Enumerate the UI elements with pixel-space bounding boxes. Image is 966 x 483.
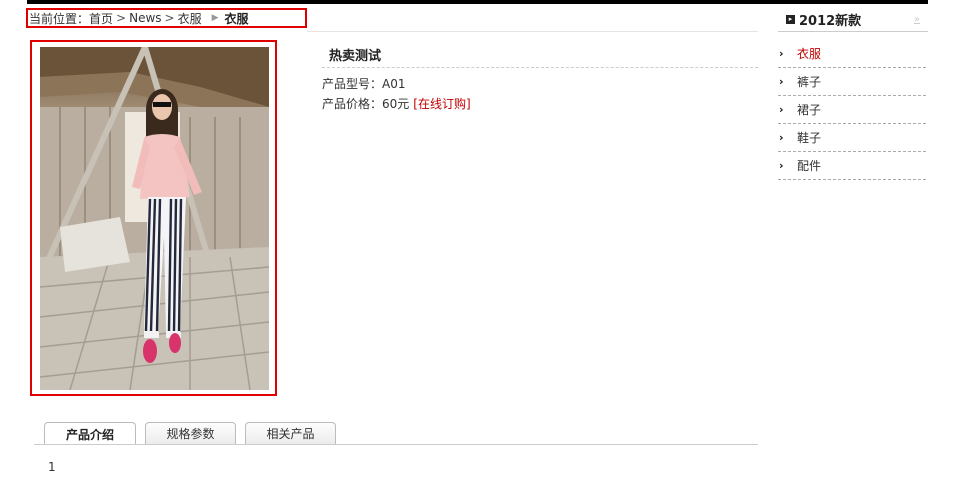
chevron-right-icon: › xyxy=(779,131,784,144)
price-label: 产品价格： xyxy=(322,97,383,111)
tab-content: 1 xyxy=(48,460,56,474)
model-value: A01 xyxy=(382,77,406,91)
chevron-right-icon: › xyxy=(779,47,784,60)
breadcrumb-prefix: 当前位置： xyxy=(29,11,90,26)
category-item-accessories[interactable]: › 配件 xyxy=(778,152,926,180)
breadcrumb-category-link[interactable]: 衣服 xyxy=(178,10,202,27)
tab-label: 产品介绍 xyxy=(65,427,114,442)
category-item-skirts[interactable]: › 裙子 xyxy=(778,96,926,124)
order-online-link[interactable]: [在线订购] xyxy=(413,97,470,111)
tab-specs[interactable]: 规格参数 xyxy=(145,422,236,444)
square-bullet-icon: ▸ xyxy=(786,15,795,24)
category-item-clothes[interactable]: › 衣服 xyxy=(778,40,926,68)
category-item-shoes[interactable]: › 鞋子 xyxy=(778,124,926,152)
breadcrumb-separator: > xyxy=(164,11,175,25)
category-item-pants[interactable]: › 裤子 xyxy=(778,68,926,96)
triangle-arrow-icon: ▶ xyxy=(211,13,219,23)
model-label: 产品型号： xyxy=(322,77,383,91)
tab-divider xyxy=(34,444,758,445)
price-value: 60元 xyxy=(382,97,410,111)
sidebar-title: 2012新款 xyxy=(799,14,862,29)
breadcrumb-home-link[interactable]: 首页 xyxy=(89,10,113,27)
tab-label: 相关产品 xyxy=(266,427,315,441)
product-model-row: 产品型号：A01 xyxy=(322,75,406,92)
product-image-frame xyxy=(30,40,277,396)
tab-related-products[interactable]: 相关产品 xyxy=(245,422,336,444)
category-label: 裤子 xyxy=(797,75,822,89)
product-photo[interactable] xyxy=(40,47,269,390)
chevron-right-icon: › xyxy=(779,159,784,172)
top-bar xyxy=(27,0,928,4)
divider xyxy=(307,31,758,32)
product-price-row: 产品价格：60元 [在线订购] xyxy=(322,95,471,112)
tab-product-intro[interactable]: 产品介绍 xyxy=(44,422,136,445)
tab-label: 规格参数 xyxy=(166,427,215,441)
chevron-right-icon: › xyxy=(779,75,784,88)
breadcrumb-current: 衣服 xyxy=(224,11,249,26)
sidebar-header: ▸ 2012新款 » xyxy=(778,8,928,32)
more-link[interactable]: » xyxy=(914,14,920,25)
product-title: 热卖测试 xyxy=(329,49,382,64)
category-label: 衣服 xyxy=(797,47,822,61)
chevron-right-icon: › xyxy=(779,103,784,116)
category-label: 鞋子 xyxy=(797,131,822,145)
divider xyxy=(322,67,758,68)
product-tabs: 产品介绍 规格参数 相关产品 xyxy=(44,422,345,445)
breadcrumb: 当前位置： 首页 > News > 衣服 ▶ 衣服 xyxy=(26,8,307,28)
category-label: 配件 xyxy=(797,159,822,173)
breadcrumb-separator: > xyxy=(116,11,127,25)
breadcrumb-news-link[interactable]: News xyxy=(129,11,161,25)
category-list: › 衣服 › 裤子 › 裙子 › 鞋子 › 配件 xyxy=(778,40,926,180)
category-label: 裙子 xyxy=(797,103,822,117)
